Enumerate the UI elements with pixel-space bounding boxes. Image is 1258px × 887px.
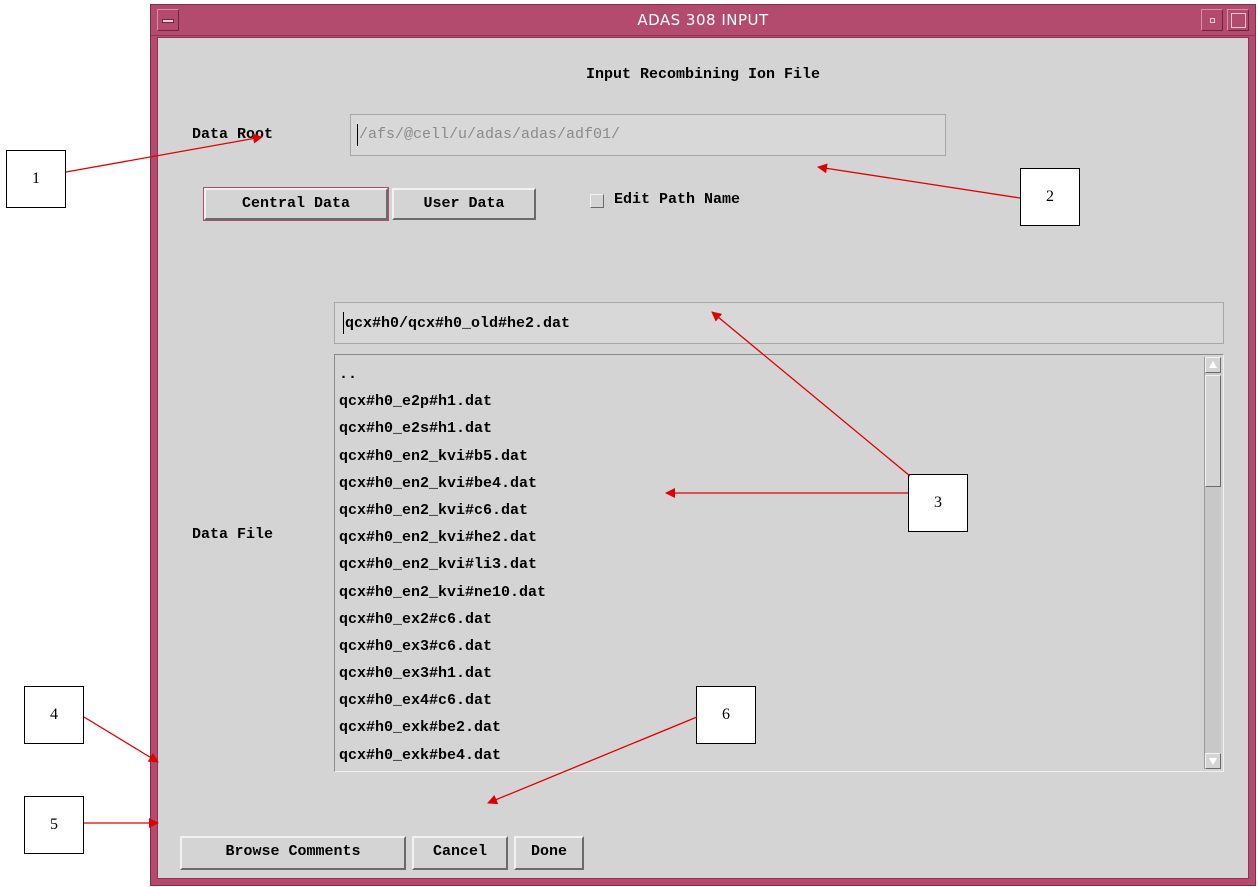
list-item[interactable]: qcx#h0_en2_kvi#li3.dat [339, 551, 546, 578]
text-caret [357, 124, 358, 146]
arrow-4 [83, 716, 159, 763]
callout-1: 1 [6, 150, 66, 208]
data-root-label: Data Root [192, 126, 274, 143]
done-button[interactable]: Done [514, 836, 584, 870]
data-file-value: qcx#h0/qcx#h0_old#he2.dat [345, 315, 571, 332]
data-file-input[interactable]: qcx#h0/qcx#h0_old#he2.dat [334, 302, 1224, 344]
data-file-label: Data File [192, 526, 274, 543]
edit-path-label: Edit Path Name [614, 191, 741, 208]
file-list[interactable]: .. qcx#h0_e2p#h1.dat qcx#h0_e2s#h1.dat qcx#… [334, 354, 1224, 772]
list-item[interactable]: qcx#h0_ex3#c6.dat [339, 633, 546, 660]
edit-path-checkbox[interactable] [590, 194, 604, 208]
list-item[interactable]: qcx#h0_en2_kvi#he2.dat [339, 524, 546, 551]
list-item[interactable]: qcx#h0_en2_kvi#c6.dat [339, 497, 546, 524]
callout-2: 2 [1020, 168, 1080, 226]
title-bar[interactable]: ADAS 308 INPUT [151, 5, 1255, 36]
list-item[interactable]: qcx#h0_en2_kvi#be4.dat [339, 470, 546, 497]
browse-comments-button[interactable]: Browse Comments [180, 836, 406, 870]
cancel-button[interactable]: Cancel [412, 836, 508, 870]
user-data-button[interactable]: User Data [392, 188, 536, 220]
maximize-button[interactable] [1227, 9, 1249, 31]
callout-3: 3 [908, 474, 968, 532]
window-title: ADAS 308 INPUT [637, 11, 769, 29]
dialog-body: Input Recombining Ion File Data Root /af… [157, 37, 1249, 879]
minimize-button[interactable] [1201, 9, 1223, 31]
list-item[interactable]: qcx#h0_ex2#c6.dat [339, 606, 546, 633]
list-item[interactable]: .. [339, 361, 546, 388]
list-item[interactable]: qcx#h0_exk#be4.dat [339, 742, 546, 769]
scroll-down-arrow-icon[interactable] [1205, 753, 1221, 769]
list-item[interactable]: qcx#h0_e2p#h1.dat [339, 388, 546, 415]
callout-5: 5 [24, 796, 84, 854]
text-caret [343, 312, 344, 334]
dialog-heading: Input Recombining Ion File [585, 66, 821, 83]
file-list-items: .. qcx#h0_e2p#h1.dat qcx#h0_e2s#h1.dat qcx#… [339, 361, 546, 769]
data-root-input[interactable]: /afs/@cell/u/adas/adas/adf01/ [350, 114, 946, 156]
list-item[interactable]: qcx#h0_ex4#c6.dat [339, 687, 546, 714]
adas-input-window: ADAS 308 INPUT Input Recombining Ion Fil… [150, 4, 1256, 886]
callout-4: 4 [24, 686, 84, 744]
list-item[interactable]: qcx#h0_exk#be2.dat [339, 714, 546, 741]
scroll-thumb[interactable] [1205, 375, 1221, 487]
list-item[interactable]: qcx#h0_en2_kvi#ne10.dat [339, 579, 546, 606]
scroll-up-arrow-icon[interactable] [1205, 357, 1221, 373]
file-list-scrollbar[interactable] [1204, 357, 1221, 769]
data-root-value: /afs/@cell/u/adas/adas/adf01/ [359, 126, 621, 143]
list-item[interactable]: qcx#h0_e2s#h1.dat [339, 415, 546, 442]
central-data-button[interactable]: Central Data [203, 187, 389, 221]
list-item[interactable]: qcx#h0_en2_kvi#b5.dat [339, 443, 546, 470]
list-item[interactable]: qcx#h0_ex3#h1.dat [339, 660, 546, 687]
callout-6: 6 [696, 686, 756, 744]
